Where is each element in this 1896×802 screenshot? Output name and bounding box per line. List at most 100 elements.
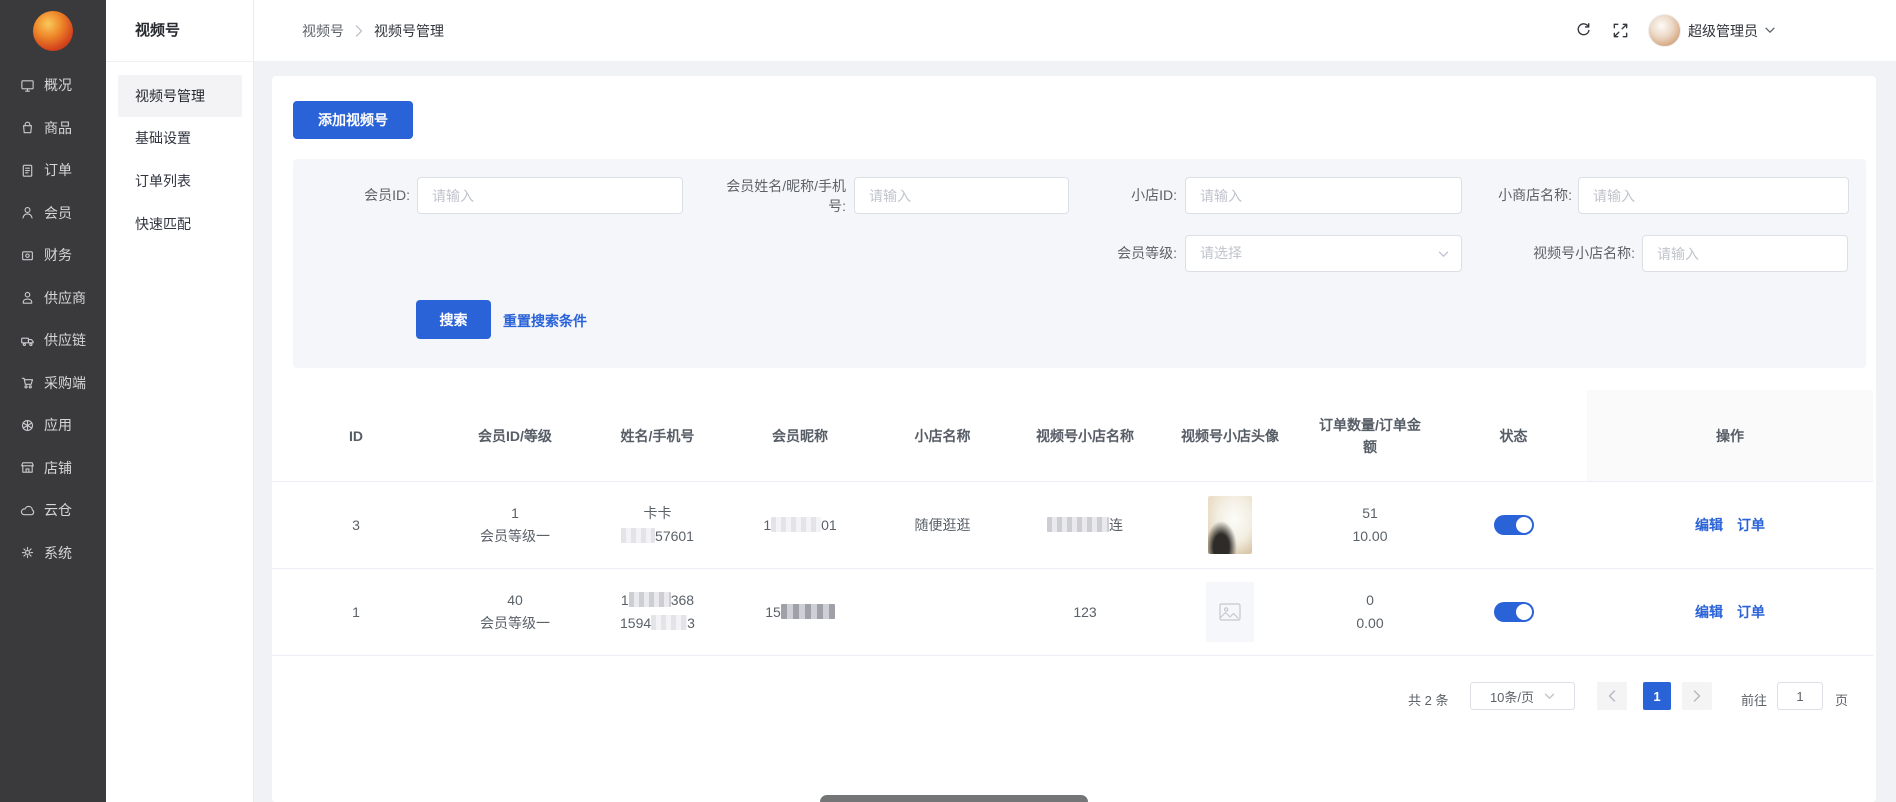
- fullscreen-icon[interactable]: [1612, 22, 1629, 39]
- edit-link[interactable]: 编辑: [1695, 601, 1723, 624]
- cell-text: 0: [1366, 592, 1374, 608]
- cell-shop-name: 随便逛逛: [875, 482, 1010, 568]
- cell-orders-amount: 00.00: [1300, 569, 1440, 655]
- cell-avatar: [1160, 482, 1300, 568]
- status-toggle[interactable]: [1494, 515, 1534, 535]
- cell-text: 1: [763, 517, 771, 533]
- cell-text: 1: [621, 592, 629, 608]
- filter-input-member-id[interactable]: [418, 178, 682, 213]
- sidebar-item-supplier[interactable]: 供应商: [0, 277, 106, 319]
- order-icon: [20, 163, 35, 178]
- next-page-button[interactable]: [1682, 682, 1712, 710]
- cell-name-phone: 136815943: [590, 569, 725, 655]
- filter-label-small-shop-name: 小商店名称:: [1472, 177, 1572, 214]
- submenu-title: 视频号: [135, 0, 180, 61]
- column-header-9: 状态: [1440, 390, 1587, 481]
- goto-page-input[interactable]: [1777, 682, 1823, 710]
- table-row: 140会员等级一1368159431512300.00编辑订单: [272, 569, 1873, 656]
- column-header-10: 操作: [1587, 390, 1873, 481]
- sidebar-item-order[interactable]: 订单: [0, 149, 106, 191]
- user-menu[interactable]: 超级管理员: [1688, 0, 1775, 61]
- status-toggle[interactable]: [1494, 602, 1534, 622]
- search-button[interactable]: 搜索: [416, 300, 491, 339]
- refresh-icon[interactable]: [1575, 22, 1592, 39]
- apps-icon: [20, 418, 35, 433]
- reset-search-link[interactable]: 重置搜索条件: [503, 311, 587, 331]
- cell-actions: 编辑订单: [1587, 482, 1873, 568]
- filter-label-member-level: 会员等级:: [1087, 235, 1177, 272]
- sidebar-item-member[interactable]: 会员: [0, 192, 106, 234]
- filter-select-member-level[interactable]: 请选择: [1185, 235, 1462, 272]
- cell-text: 会员等级一: [480, 528, 550, 544]
- breadcrumb: 视频号 视频号管理: [302, 0, 444, 61]
- sidebar-item-label: 会员: [44, 203, 72, 223]
- user-avatar[interactable]: [1648, 14, 1681, 47]
- submenu-item-4[interactable]: 快速匹配: [118, 203, 242, 245]
- column-header-7: 视频号小店头像: [1160, 390, 1300, 481]
- cell-text: 15: [765, 604, 781, 620]
- table-row: 31会员等级一卡卡57601101随便逛逛连5110.00编辑订单: [272, 482, 1873, 569]
- page-size-select[interactable]: 10条/页: [1470, 682, 1575, 710]
- order-link[interactable]: 订单: [1737, 601, 1765, 624]
- sidebar-item-goods[interactable]: 商品: [0, 107, 106, 149]
- cloud-warehouse-icon: [20, 503, 35, 518]
- cell-text: 0.00: [1356, 615, 1383, 631]
- sidebar-item-label: 订单: [44, 160, 72, 180]
- prev-page-button[interactable]: [1597, 682, 1627, 710]
- channels-table: ID会员ID/等级姓名/手机号会员昵称小店名称视频号小店名称视频号小店头像订单数…: [272, 390, 1873, 656]
- sidebar-item-label: 采购端: [44, 373, 86, 393]
- submenu-item-3[interactable]: 订单列表: [118, 160, 242, 202]
- sidebar-item-label: 概况: [44, 75, 72, 95]
- filter-input-member-id[interactable]: [417, 177, 683, 214]
- filter-input-channel-shop-name[interactable]: [1643, 236, 1847, 271]
- current-page-button[interactable]: 1: [1643, 682, 1671, 710]
- sidebar-item-label: 店铺: [44, 458, 72, 478]
- filter-label-member-name: 会员姓名/昵称/手机号:: [700, 176, 846, 216]
- cell-text: 51: [1362, 505, 1378, 521]
- sidebar-item-procurement[interactable]: 采购端: [0, 362, 106, 404]
- table-header-row: ID会员ID/等级姓名/手机号会员昵称小店名称视频号小店名称视频号小店头像订单数…: [272, 390, 1873, 482]
- add-channel-button[interactable]: 添加视频号: [293, 101, 413, 139]
- submenu-item-2[interactable]: 基础设置: [118, 117, 242, 159]
- sidebar-item-finance[interactable]: 财务: [0, 234, 106, 276]
- filter-input-small-shop-name[interactable]: [1579, 178, 1848, 213]
- user-name: 超级管理员: [1688, 21, 1758, 41]
- breadcrumb-root[interactable]: 视频号: [302, 21, 344, 41]
- filter-input-shop-id[interactable]: [1186, 178, 1461, 213]
- column-header-6: 视频号小店名称: [1010, 390, 1160, 481]
- filter-input-member-name[interactable]: [854, 177, 1069, 214]
- sidebar-item-label: 供应商: [44, 288, 86, 308]
- cell-id: 1: [272, 569, 440, 655]
- cell-member-id-level: 1会员等级一: [440, 482, 590, 568]
- order-link[interactable]: 订单: [1737, 514, 1765, 537]
- filter-input-channel-shop-name[interactable]: [1642, 235, 1848, 272]
- filter-input-shop-id[interactable]: [1185, 177, 1462, 214]
- edit-link[interactable]: 编辑: [1695, 514, 1723, 537]
- sidebar-item-overview[interactable]: 概况: [0, 64, 106, 106]
- cell-nickname: 15: [725, 569, 875, 655]
- censored-mosaic: [629, 592, 671, 607]
- chevron-down-icon: [1765, 27, 1775, 34]
- member-icon: [20, 205, 35, 220]
- sidebar-item-apps[interactable]: 应用: [0, 404, 106, 446]
- column-header-1: ID: [272, 390, 440, 481]
- toggle-knob: [1516, 517, 1532, 533]
- sidebar-item-supply-chain[interactable]: 供应链: [0, 319, 106, 361]
- cell-text: 会员等级一: [480, 615, 550, 631]
- goto-page-unit: 页: [1835, 690, 1848, 709]
- cell-orders-amount: 5110.00: [1300, 482, 1440, 568]
- primary-sidebar: 概况商品订单会员财务供应商供应链采购端应用店铺云仓系统: [0, 0, 106, 802]
- filter-input-small-shop-name[interactable]: [1578, 177, 1849, 214]
- sidebar-item-system[interactable]: 系统: [0, 532, 106, 574]
- sidebar-item-store[interactable]: 店铺: [0, 447, 106, 489]
- filter-input-member-name[interactable]: [855, 178, 1068, 213]
- sidebar-item-cloud-warehouse[interactable]: 云仓: [0, 489, 106, 531]
- cell-text: 卡卡: [644, 505, 672, 521]
- filter-label-member-id: 会员ID:: [310, 177, 410, 214]
- cell-avatar: [1160, 569, 1300, 655]
- workspace-avatar[interactable]: [33, 11, 73, 51]
- horizontal-scrollbar-thumb[interactable]: [820, 795, 1088, 802]
- submenu-item-1[interactable]: 视频号管理: [118, 75, 242, 117]
- cell-text: 3: [687, 615, 695, 631]
- column-header-2: 会员ID/等级: [440, 390, 590, 481]
